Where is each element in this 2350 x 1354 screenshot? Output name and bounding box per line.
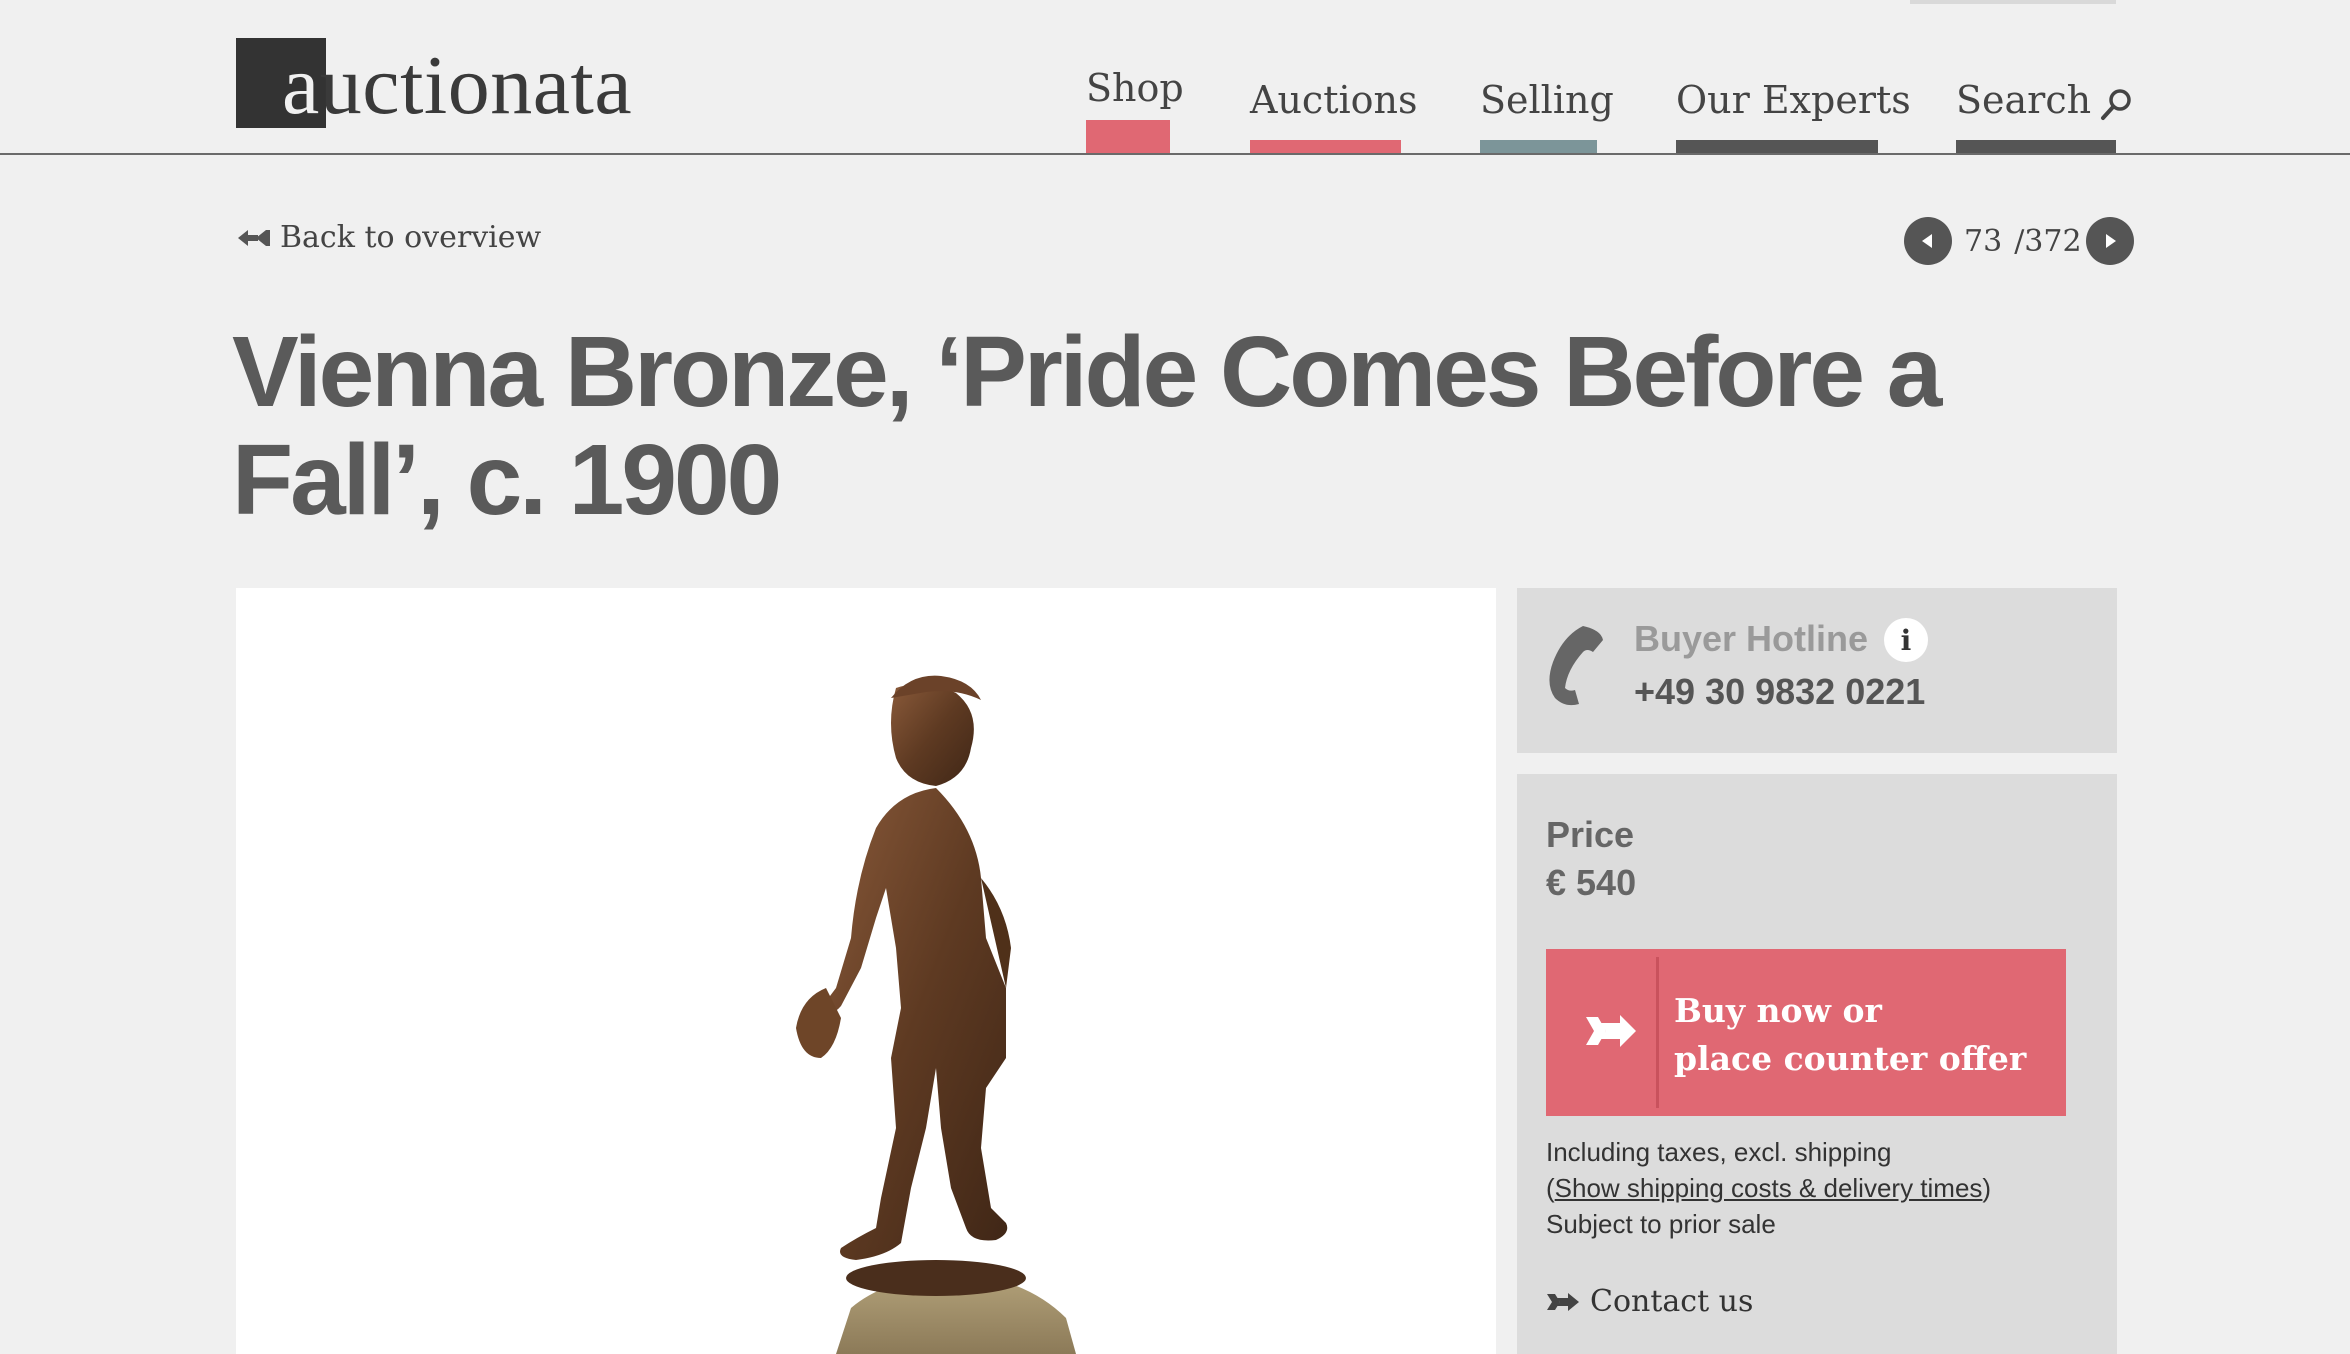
shipping-costs-link[interactable]: Show shipping costs & delivery times	[1555, 1173, 1983, 1203]
logo-text-rest: uctionata	[319, 39, 633, 132]
nav-shop-bar	[1086, 120, 1170, 153]
search-icon	[2101, 88, 2131, 120]
next-arrow-icon	[2105, 234, 2116, 248]
phone-icon	[1549, 626, 1603, 706]
buy-arrow-icon	[1586, 1015, 1636, 1047]
price-label: Price	[1546, 814, 1635, 855]
nav-search[interactable]: Search	[1956, 78, 2131, 153]
item-pager: 73 /372	[1904, 217, 2134, 265]
back-to-overview-label: Back to overview	[280, 220, 542, 255]
price-box: Price € 540 Buy now or place counter off…	[1517, 774, 2117, 1354]
pager-current: 73	[1964, 223, 2003, 259]
prev-item-button[interactable]	[1904, 217, 1952, 265]
contact-arrow-icon	[1547, 1292, 1579, 1311]
nav-shop-label: Shop	[1086, 66, 1184, 110]
shipping-note: (Show shipping costs & delivery times)	[1546, 1170, 1991, 1206]
nav-selling[interactable]: Selling	[1480, 78, 1614, 153]
nav-our-experts-label: Our Experts	[1676, 78, 1911, 122]
site-header: auctionata Shop Auctions Selling Our Exp…	[0, 0, 2350, 155]
buyer-hotline-box: Buyer Hotline i +49 30 9832 0221	[1517, 588, 2117, 753]
logo-text: auctionata	[282, 44, 632, 128]
product-image[interactable]	[236, 588, 1496, 1354]
nav-auctions-label: Auctions	[1250, 78, 1418, 122]
buy-now-button[interactable]: Buy now or place counter offer	[1546, 949, 2066, 1116]
nav-auctions-bar	[1250, 140, 1401, 153]
buy-button-line1: Buy now or	[1674, 991, 1882, 1030]
auctionata-logo[interactable]: auctionata	[236, 38, 706, 134]
back-to-overview-link[interactable]: Back to overview	[236, 220, 541, 255]
buyer-hotline-number[interactable]: +49 30 9832 0221	[1634, 671, 1925, 713]
info-icon[interactable]: i	[1884, 618, 1928, 662]
bronze-figure-image	[796, 675, 1076, 1354]
price-notes: Including taxes, excl. shipping (Show sh…	[1546, 1134, 1991, 1242]
shipping-paren-open: (	[1546, 1173, 1555, 1203]
nav-search-label: Search	[1956, 78, 2092, 122]
shipping-paren-close: )	[1982, 1173, 1992, 1203]
price-value: € 540	[1546, 862, 1637, 903]
next-item-button[interactable]	[2085, 217, 2134, 265]
nav-shop[interactable]: Shop	[1086, 66, 1184, 153]
buy-button-line2: place counter offer	[1674, 1039, 2027, 1078]
tax-note: Including taxes, excl. shipping	[1546, 1137, 1892, 1167]
page-title: Vienna Bronze, ‘Pride Comes Before a Fal…	[232, 316, 1942, 536]
logo-text-first: a	[282, 39, 320, 132]
nav-our-experts-bar	[1676, 140, 1878, 153]
nav-search-label-wrap: Search	[1956, 78, 2131, 140]
contact-us-link[interactable]: Contact us	[1546, 1284, 1753, 1319]
contact-us-label: Contact us	[1590, 1284, 1754, 1319]
nav-our-experts[interactable]: Our Experts	[1676, 78, 1911, 153]
top-hairline	[1910, 0, 2116, 4]
nav-auctions[interactable]: Auctions	[1250, 78, 1418, 153]
buyer-hotline-label: Buyer Hotline	[1634, 618, 1869, 659]
pager-total: /372	[2014, 223, 2082, 259]
prev-arrow-icon	[1922, 234, 1932, 248]
prior-sale-note: Subject to prior sale	[1546, 1209, 1776, 1239]
buy-button-divider	[1656, 957, 1659, 1108]
back-arrow-icon	[238, 229, 270, 246]
nav-selling-label: Selling	[1480, 78, 1614, 122]
nav-selling-bar	[1480, 140, 1597, 153]
buy-button-label: Buy now or place counter offer	[1674, 987, 2054, 1083]
nav-search-bar	[1956, 140, 2116, 153]
